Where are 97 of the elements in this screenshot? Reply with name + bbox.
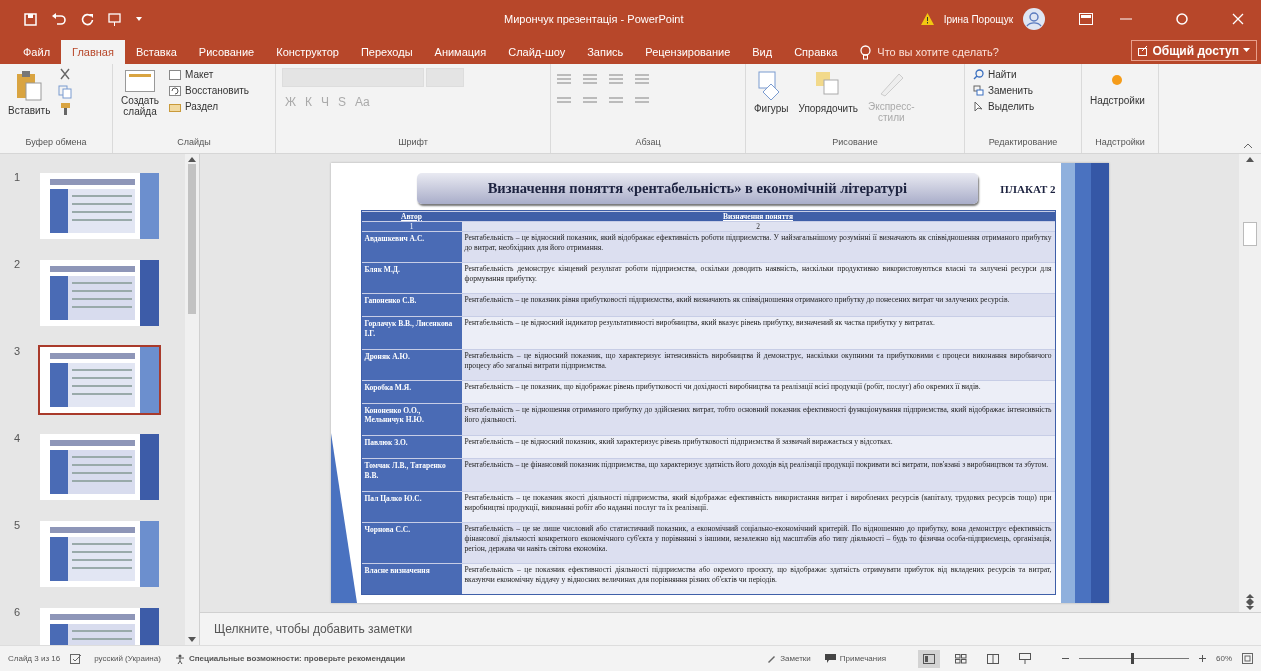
ribbon-tab[interactable]: Переходы [349, 40, 424, 64]
ribbon-tab[interactable]: Вставка [124, 40, 188, 64]
replace-icon [973, 85, 984, 96]
ribbon-tab[interactable]: Запись [576, 40, 635, 64]
caret-icon [1243, 48, 1250, 53]
presentation-icon[interactable] [108, 12, 121, 26]
shapes-button[interactable]: Фигуры [752, 68, 791, 116]
group-label: Редактирование [987, 137, 1059, 149]
reset-button[interactable]: Восстановить [167, 84, 252, 97]
scrollbar-thumb[interactable] [188, 164, 196, 314]
zoom-out-icon[interactable] [1062, 655, 1069, 662]
previous-slide-icon[interactable] [1246, 594, 1254, 602]
notes-field[interactable]: Щелкните, чтобы добавить заметки [214, 622, 413, 636]
undo-icon[interactable] [51, 13, 67, 25]
group-label: Надстройки [1094, 137, 1146, 149]
zoom-level[interactable]: 60% [1216, 654, 1232, 663]
fit-to-window-icon[interactable] [1242, 653, 1253, 664]
scroll-up-icon[interactable] [1246, 156, 1254, 162]
caret-icon[interactable] [135, 16, 143, 22]
slide-number: 5 [14, 519, 22, 531]
accessibility-button[interactable]: Специальные возможности: проверьте рекомендации [172, 653, 408, 664]
ribbon-tab[interactable]: Главная [61, 40, 125, 64]
notes-button[interactable]: Заметки [765, 654, 813, 663]
scroll-down-icon[interactable] [188, 637, 196, 643]
avatar-icon[interactable] [1023, 8, 1045, 30]
cursor-icon [973, 101, 984, 112]
slide-sorter-icon [955, 653, 967, 664]
ribbon-tab[interactable]: Слайд-шоу [497, 40, 577, 64]
slide-thumbnail[interactable] [38, 432, 161, 502]
group-label: Буфер обмена [24, 137, 88, 149]
share-button[interactable]: Общий доступ [1131, 40, 1257, 61]
close-icon[interactable] [1232, 13, 1244, 25]
tell-me-field[interactable]: Что вы хотите сделать? [877, 46, 999, 58]
slide-thumbnail[interactable] [38, 345, 161, 415]
reading-view-icon [987, 653, 999, 664]
slide-thumbnail[interactable] [38, 171, 161, 241]
select-button[interactable]: Выделить [971, 100, 1037, 113]
slide-number: 1 [14, 171, 22, 183]
section-button[interactable]: Раздел [167, 100, 252, 113]
ribbon-tab[interactable]: Файл [12, 40, 62, 64]
scrollbar-thumb[interactable] [1243, 222, 1257, 246]
comments-button[interactable]: Примечания [822, 654, 888, 663]
poster-label: ПЛАКАТ 2 [1000, 182, 1056, 195]
lightbulb-icon[interactable] [860, 44, 872, 60]
slide-thumbnail[interactable] [38, 258, 161, 328]
layout-icon [169, 69, 181, 80]
find-button[interactable]: Найти [971, 68, 1037, 81]
next-slide-icon[interactable] [1246, 602, 1254, 610]
slide-number: 4 [14, 432, 22, 444]
slide-counter: Слайд 3 из 16 [8, 654, 61, 663]
arrange-button[interactable]: Упорядочить [796, 68, 860, 116]
group-label: Рисование [831, 137, 879, 149]
clipboard-icon [15, 70, 44, 102]
ribbon-tab[interactable]: Анимация [423, 40, 498, 64]
zoom-slider-thumb[interactable] [1130, 653, 1134, 664]
collapse-ribbon-icon[interactable] [1243, 143, 1253, 149]
reset-icon [169, 85, 181, 96]
maximize-icon[interactable] [1176, 13, 1188, 25]
group-label: Слайды [176, 137, 212, 149]
share-icon [1138, 45, 1149, 56]
paste-button[interactable]: Вставить [6, 68, 53, 118]
accessibility-icon [174, 653, 185, 664]
slide-number: 2 [14, 258, 22, 270]
new-slide-icon [125, 70, 155, 92]
slideshow-icon [1019, 653, 1031, 664]
slide-title: Визначення поняття «рентабельність» в економічній літературі [416, 173, 979, 204]
notes-icon [767, 654, 777, 663]
replace-button[interactable]: Заменить [971, 84, 1037, 97]
ribbon-tab[interactable]: Справка [783, 40, 849, 64]
slide-number: 3 [14, 345, 22, 357]
normal-view-icon [923, 653, 935, 664]
ribbon-tab[interactable]: Конструктор [265, 40, 350, 64]
warning-icon [920, 13, 934, 25]
search-icon [973, 69, 984, 80]
language-button[interactable]: русский (Украина) [92, 654, 163, 663]
new-slide-button[interactable]: Создать слайда [119, 68, 161, 119]
zoom-in-icon[interactable] [1199, 655, 1206, 662]
add-ins-button[interactable]: Надстройки [1088, 68, 1147, 108]
format-painter-icon[interactable] [58, 102, 73, 116]
window-title: Мирончук презентація - PowerPoint [504, 13, 685, 25]
comment-icon [824, 654, 836, 663]
section-icon [169, 101, 181, 112]
view-button[interactable] [918, 649, 940, 668]
save-icon[interactable] [24, 12, 37, 26]
slide-number: 6 [14, 606, 22, 618]
scroll-up-icon[interactable] [188, 156, 196, 162]
ribbon-display-icon[interactable] [1079, 13, 1093, 25]
ribbon-tab[interactable]: Рецензирование [634, 40, 742, 64]
group-label: Шрифт [397, 137, 429, 149]
group-label: Абзац [634, 137, 662, 149]
ribbon-tab[interactable]: Рисование [187, 40, 266, 64]
layout-button[interactable]: Макет [167, 68, 252, 81]
slide-thumbnail[interactable] [38, 519, 161, 589]
user-name[interactable]: Ірина Порощук [943, 13, 1013, 25]
spellcheck-icon[interactable] [70, 653, 83, 664]
ribbon-tab[interactable]: Вид [741, 40, 784, 64]
redo-icon[interactable] [81, 12, 94, 26]
